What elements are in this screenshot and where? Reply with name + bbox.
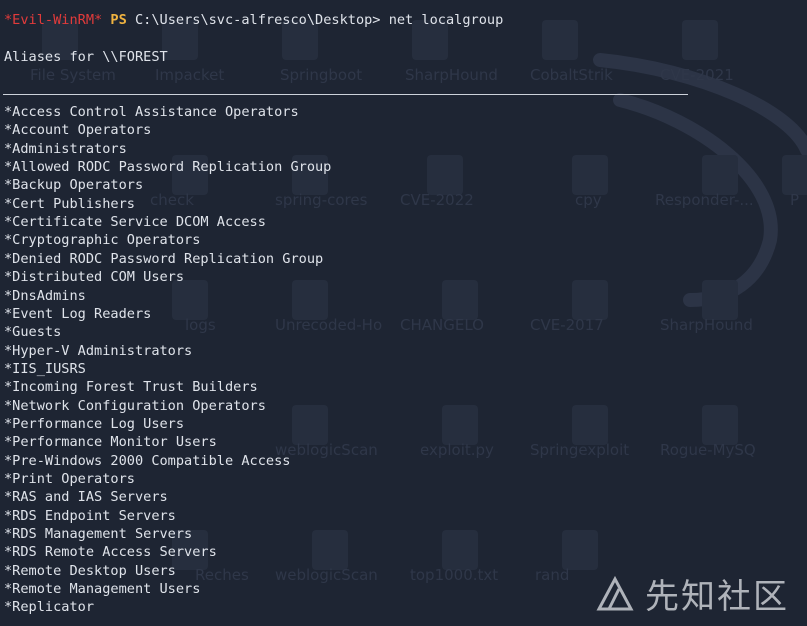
command-text: net localgroup [388,12,504,28]
terminal-window[interactable]: *Evil-WinRM* PS C:\Users\svc-alfresco\De… [0,0,807,626]
group-entry: *RDS Remote Access Servers [4,544,217,561]
group-entry: *DnsAdmins [4,287,86,304]
group-entry: *Account Operators [4,122,152,139]
group-entry: *Administrators [4,140,127,157]
separator-rule [3,94,688,95]
prompt-ps: PS [110,12,127,28]
group-entry: *Pre-Windows 2000 Compatible Access [4,452,291,469]
group-entry: *Hyper-V Administrators [4,342,193,359]
group-entry: *Performance Monitor Users [4,434,217,451]
group-entry: *Replicator [4,599,95,616]
group-entry: *Event Log Readers [4,305,152,322]
watermark: 先知社区 [595,569,789,618]
group-entry: *RDS Management Servers [4,526,193,543]
group-entry: *IIS_IUSRS [4,360,86,377]
group-entry: *RDS Endpoint Servers [4,507,176,524]
group-entry: *Access Control Assistance Operators [4,104,299,120]
group-entry: *Cert Publishers [4,195,135,212]
group-entry: *Backup Operators [4,177,144,194]
group-entry: *Performance Log Users [4,415,185,432]
watermark-text: 先知社区 [645,577,789,617]
group-entry: *Cryptographic Operators [4,232,201,249]
group-entry: *Allowed RODC Password Replication Group [4,159,332,176]
prompt-tag: *Evil-WinRM* [4,12,103,28]
group-entry: *Certificate Service DCOM Access [4,214,266,231]
group-entry: *RAS and IAS Servers [4,489,168,506]
prompt-line: *Evil-WinRM* PS C:\Users\svc-alfresco\De… [4,11,503,29]
group-entry: *Denied RODC Password Replication Group [4,250,324,267]
aliases-header: Aliases for \\FOREST [4,49,168,65]
group-entry: *Distributed COM Users [4,269,185,286]
group-entry: *Guests [4,324,62,341]
group-entry: *Incoming Forest Trust Builders [4,379,258,396]
prompt-path: C:\Users\svc-alfresco\Desktop> [134,12,381,28]
group-entry: *Remote Desktop Users [4,562,176,579]
xianzhi-logo-icon [596,575,634,610]
group-entry: *Print Operators [4,471,135,487]
group-entry: *Network Configuration Operators [4,397,266,414]
group-entry: *Remote Management Users [4,581,201,598]
